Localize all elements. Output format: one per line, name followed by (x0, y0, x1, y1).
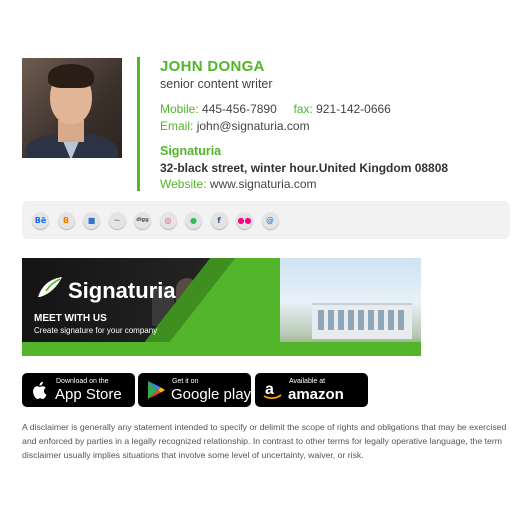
app-store-label: App Store (55, 386, 122, 403)
amazon-icon: a (263, 381, 282, 400)
signaturia-logo-icon (38, 277, 62, 297)
delicious-icon[interactable]: ■ (83, 212, 100, 229)
mobile-label: Mobile: (160, 102, 199, 116)
banner-brand: Signaturia (68, 278, 176, 303)
app-store-button[interactable]: Download on the App Store (22, 373, 135, 407)
fax-number: 921-142-0666 (316, 102, 391, 116)
mobile-number[interactable]: 445-456-7890 (202, 102, 277, 116)
disclaimer-text: A disclaimer is generally any statement … (22, 422, 507, 460)
company-name: Signaturia (160, 144, 222, 158)
phone-line: Mobile: 445-456-7890 fax: 921-142-0666 (160, 102, 391, 116)
email-icon[interactable]: @ (261, 212, 279, 229)
google-play-icon (148, 381, 165, 399)
google-play-label: Google play (171, 386, 252, 403)
website-link[interactable]: www.signaturia.com (210, 177, 317, 191)
apple-icon (33, 381, 47, 399)
google-play-button[interactable]: Get it on Google play (138, 373, 251, 407)
promo-banner[interactable] (22, 258, 421, 356)
amazon-small-text: Available at (289, 378, 326, 385)
website-line: Website: www.signaturia.com (160, 177, 317, 191)
blogger-icon[interactable]: B (57, 212, 75, 229)
email-line: Email: john@signaturia.com (160, 119, 310, 133)
svg-text:a: a (265, 381, 274, 398)
address: 32-black street, winter hour.United King… (160, 161, 449, 175)
deviantart-icon[interactable]: ~ (108, 212, 126, 229)
app-store-small-text: Download on the (56, 378, 109, 385)
contact-name: JOHN DONGA (160, 58, 265, 75)
vertical-divider (137, 57, 140, 191)
google-play-small-text: Get it on (172, 378, 199, 385)
amazon-label: amazon (288, 386, 344, 403)
facebook-icon[interactable]: f (210, 212, 228, 229)
behance-icon[interactable]: Bē (32, 212, 49, 229)
profile-photo (22, 58, 122, 158)
banner-headline: MEET WITH US (34, 313, 107, 324)
evernote-icon[interactable]: ● (185, 212, 202, 229)
dribbble-icon[interactable]: ◎ (159, 212, 177, 229)
email-label: Email: (160, 119, 194, 133)
email-link[interactable]: john@signaturia.com (197, 119, 310, 133)
amazon-button[interactable]: a Available at amazon (255, 373, 368, 407)
flickr-icon[interactable]: ●● (236, 212, 253, 229)
website-label: Website: (160, 177, 207, 191)
banner-tagline: Create signature for your company (34, 326, 158, 335)
digg-icon[interactable]: digg (134, 212, 151, 229)
contact-title: senior content writer (160, 77, 273, 91)
fax-label: fax: (293, 102, 313, 116)
